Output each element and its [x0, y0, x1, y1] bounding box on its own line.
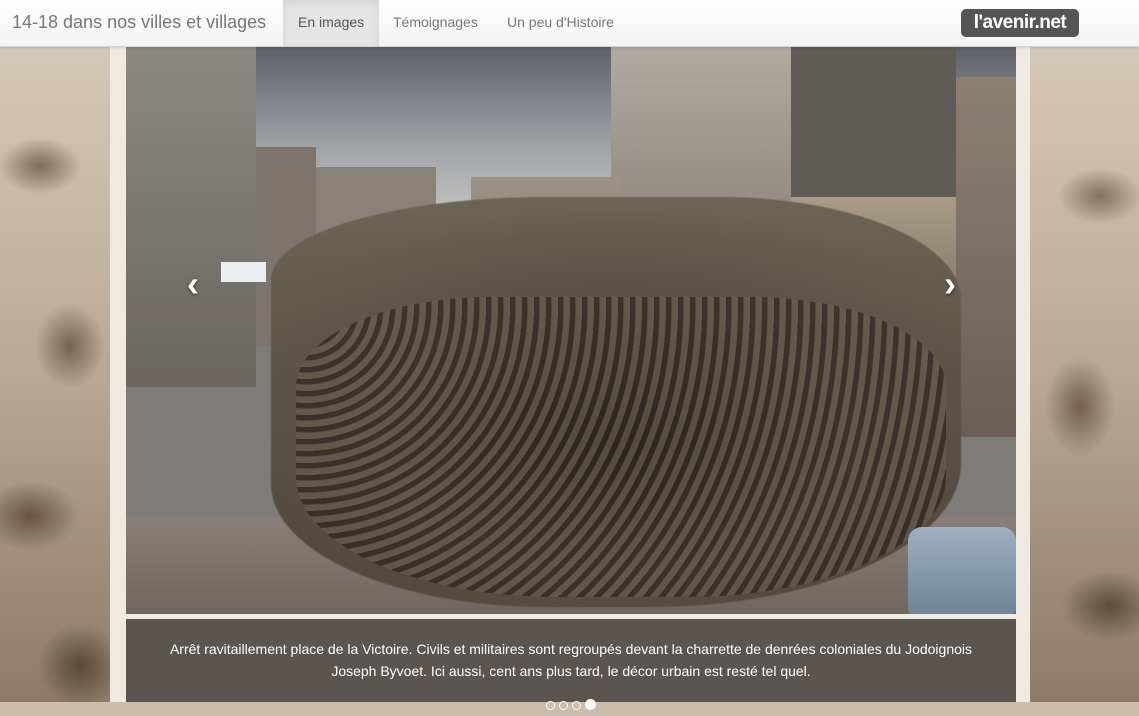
photo-car	[908, 527, 1016, 614]
chevron-left-icon[interactable]: ‹	[178, 266, 208, 302]
carousel-indicator-dot[interactable]	[559, 701, 568, 710]
photo-building	[791, 47, 956, 197]
caption-text: Arrêt ravitaillement place de la Victoir…	[169, 641, 973, 679]
lavenir-logo[interactable]: l'avenir.net	[961, 9, 1079, 37]
photo-building	[126, 47, 256, 387]
nav-item-temoignages[interactable]: Témoignages	[378, 0, 493, 46]
top-navbar: 14-18 dans nos villes et villages En ima…	[0, 0, 1139, 47]
photo-building	[956, 77, 1016, 437]
chevron-right-icon[interactable]: ›	[935, 266, 965, 302]
carousel-indicator-dot[interactable]	[546, 701, 555, 710]
photo-shop-sign	[221, 262, 266, 282]
site-title[interactable]: 14-18 dans nos villes et villages	[12, 12, 266, 33]
carousel-indicators	[126, 694, 1016, 710]
carousel-caption: Arrêt ravitaillement place de la Victoir…	[126, 619, 1016, 710]
carousel-indicator-dot[interactable]	[585, 699, 596, 710]
photo-crowd	[296, 297, 946, 597]
nav-item-histoire[interactable]: Un peu d'Histoire	[492, 0, 629, 46]
carousel-indicator-dot[interactable]	[572, 701, 581, 710]
nav-item-en-images[interactable]: En images	[283, 0, 380, 46]
carousel-slide-image: ‹ ›	[126, 47, 1016, 614]
